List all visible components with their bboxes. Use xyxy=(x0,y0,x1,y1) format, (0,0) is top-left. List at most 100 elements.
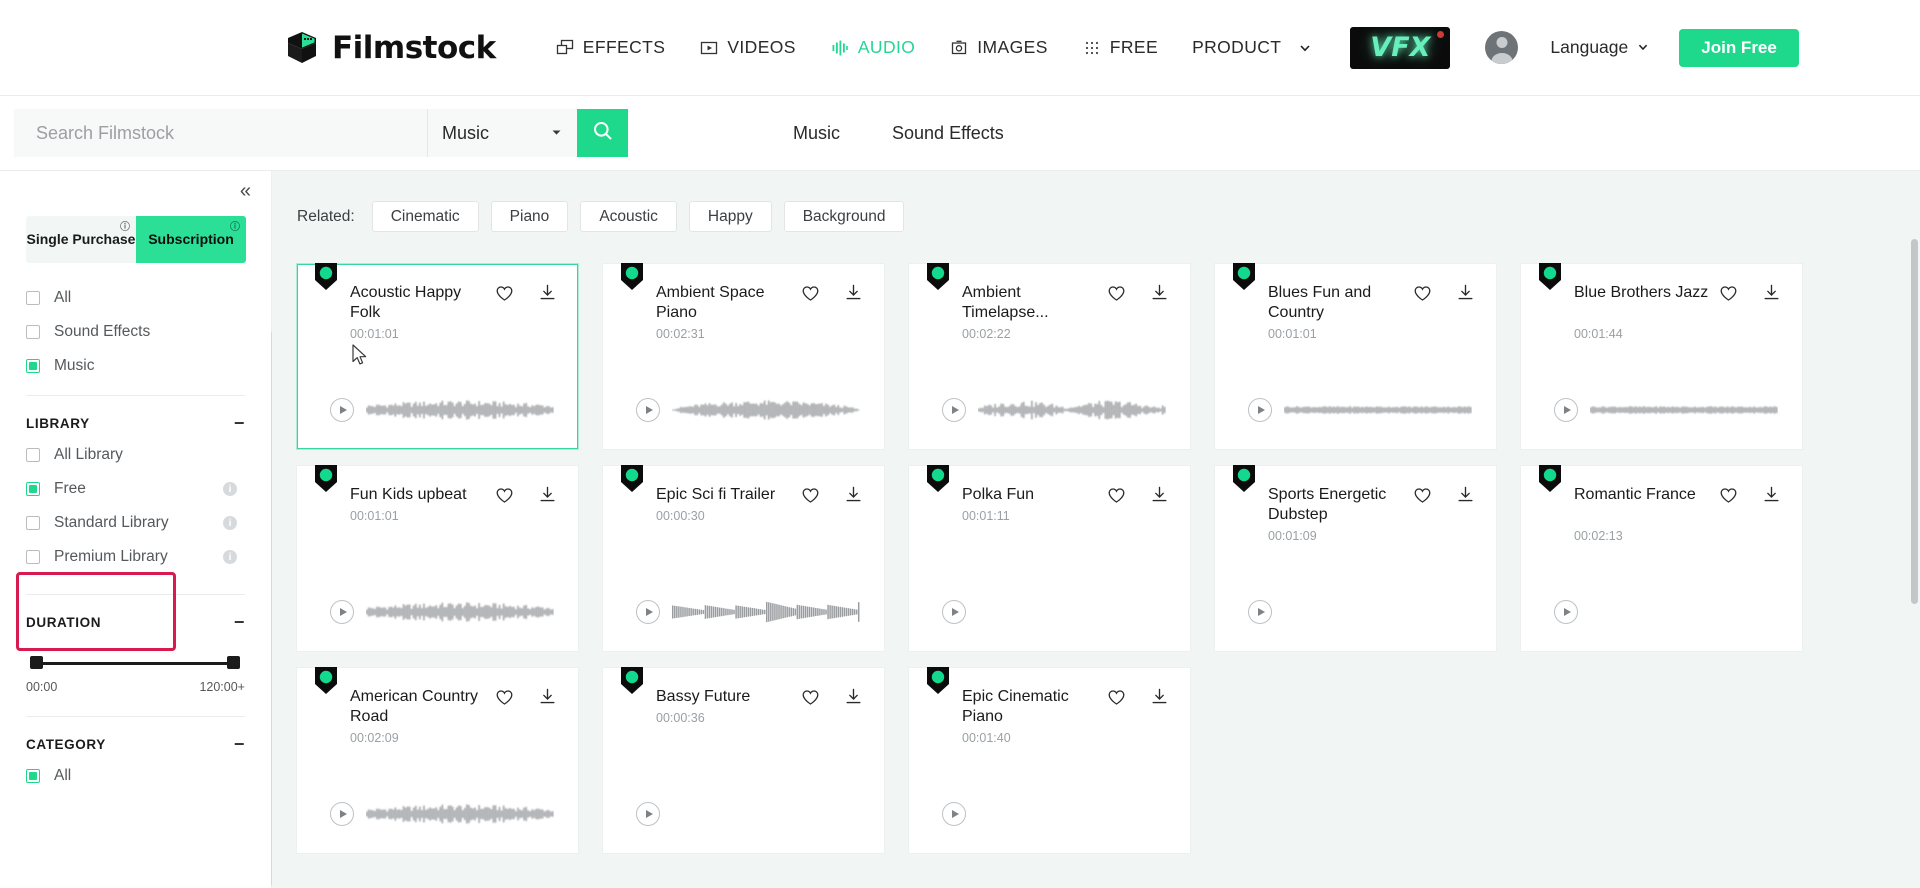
nav-item-videos[interactable]: VIDEOS xyxy=(682,26,813,70)
heart-outline-icon[interactable] xyxy=(1719,486,1738,505)
waveform[interactable] xyxy=(978,598,1166,626)
nav-item-effects[interactable]: EFFECTS xyxy=(538,26,683,70)
waveform[interactable] xyxy=(672,396,860,424)
related-tag-acoustic[interactable]: Acoustic xyxy=(580,201,677,232)
audio-card[interactable]: Acoustic Happy Folk 00:01:01 xyxy=(297,263,578,449)
content-scrollbar[interactable] xyxy=(1911,171,1918,888)
waveform[interactable] xyxy=(1590,598,1778,626)
heart-outline-icon[interactable] xyxy=(1107,284,1126,303)
heart-outline-icon[interactable] xyxy=(801,688,820,707)
filter-all[interactable]: All xyxy=(26,281,245,315)
sidebar-collapse-button[interactable]: « xyxy=(240,181,251,201)
heart-outline-icon[interactable] xyxy=(495,688,514,707)
toggle-single-purchase[interactable]: Single Purchase ⓘ xyxy=(26,216,136,263)
audio-card[interactable]: Ambient Space Piano 00:02:31 xyxy=(603,263,884,449)
play-icon[interactable] xyxy=(1554,600,1578,624)
heart-outline-icon[interactable] xyxy=(1719,284,1738,303)
join-free-button[interactable]: Join Free xyxy=(1679,28,1799,67)
filter-premium-library[interactable]: Premium Library i xyxy=(26,540,245,574)
audio-card[interactable]: Epic Sci fi Trailer 00:00:30 xyxy=(603,465,884,651)
waveform[interactable] xyxy=(978,396,1166,424)
nav-item-product[interactable]: PRODUCT xyxy=(1175,26,1332,70)
search-input[interactable] xyxy=(14,109,427,157)
download-icon[interactable] xyxy=(1762,283,1781,302)
download-icon[interactable] xyxy=(1456,283,1475,302)
download-icon[interactable] xyxy=(538,283,557,302)
play-icon[interactable] xyxy=(1554,398,1578,422)
audio-card[interactable]: American Country Road 00:02:09 xyxy=(297,667,578,853)
info-circle-icon[interactable]: i xyxy=(223,516,237,530)
related-tag-background[interactable]: Background xyxy=(783,201,905,232)
filter-music[interactable]: Music xyxy=(26,349,245,383)
collapse-minus-icon[interactable]: − xyxy=(234,414,245,432)
play-icon[interactable] xyxy=(330,398,354,422)
play-icon[interactable] xyxy=(330,802,354,826)
play-icon[interactable] xyxy=(636,398,660,422)
waveform[interactable] xyxy=(672,800,860,828)
audio-card[interactable]: Ambient Timelapse... 00:02:22 xyxy=(909,263,1190,449)
related-tag-happy[interactable]: Happy xyxy=(688,201,772,232)
checkbox[interactable] xyxy=(26,769,40,783)
download-icon[interactable] xyxy=(1150,687,1169,706)
waveform[interactable] xyxy=(1284,396,1472,424)
heart-outline-icon[interactable] xyxy=(801,486,820,505)
checkbox[interactable] xyxy=(26,482,40,496)
heart-outline-icon[interactable] xyxy=(495,284,514,303)
language-selector[interactable]: Language xyxy=(1550,37,1649,58)
heart-outline-icon[interactable] xyxy=(801,284,820,303)
audio-card[interactable]: Bassy Future 00:00:36 xyxy=(603,667,884,853)
checkbox[interactable] xyxy=(26,325,40,339)
related-tag-cinematic[interactable]: Cinematic xyxy=(371,201,479,232)
checkbox[interactable] xyxy=(26,291,40,305)
play-icon[interactable] xyxy=(942,802,966,826)
audio-card[interactable]: Romantic France 00:02:13 xyxy=(1521,465,1802,651)
heart-outline-icon[interactable] xyxy=(1107,486,1126,505)
play-icon[interactable] xyxy=(1248,398,1272,422)
heart-outline-icon[interactable] xyxy=(1413,284,1432,303)
audio-card[interactable]: Epic Cinematic Piano 00:01:40 xyxy=(909,667,1190,853)
toggle-subscription[interactable]: Subscription ⓘ xyxy=(136,216,246,263)
checkbox[interactable] xyxy=(26,448,40,462)
info-circle-icon[interactable]: ⓘ xyxy=(230,222,240,234)
related-tag-piano[interactable]: Piano xyxy=(490,201,569,232)
download-icon[interactable] xyxy=(1150,485,1169,504)
search-category-select[interactable]: Music xyxy=(427,109,577,157)
scrollbar-thumb[interactable] xyxy=(1911,239,1918,604)
duration-range-slider[interactable] xyxy=(26,653,245,675)
audio-card[interactable]: Fun Kids upbeat 00:01:01 xyxy=(297,465,578,651)
play-icon[interactable] xyxy=(330,600,354,624)
nav-item-free[interactable]: FREE xyxy=(1065,26,1175,70)
play-icon[interactable] xyxy=(636,600,660,624)
waveform[interactable] xyxy=(366,396,554,424)
waveform[interactable] xyxy=(1284,598,1472,626)
filter-standard-library[interactable]: Standard Library i xyxy=(26,506,245,540)
vfx-badge[interactable]: VFX xyxy=(1350,26,1451,69)
slider-handle-max[interactable] xyxy=(227,656,240,669)
audio-card[interactable]: Blues Fun and Country 00:01:01 xyxy=(1215,263,1496,449)
heart-outline-icon[interactable] xyxy=(1107,688,1126,707)
download-icon[interactable] xyxy=(1762,485,1781,504)
play-icon[interactable] xyxy=(636,802,660,826)
filter-all-library[interactable]: All Library xyxy=(26,438,245,472)
heart-outline-icon[interactable] xyxy=(1413,486,1432,505)
waveform[interactable] xyxy=(978,800,1166,828)
audio-card[interactable]: Polka Fun 00:01:11 xyxy=(909,465,1190,651)
checkbox[interactable] xyxy=(26,550,40,564)
play-icon[interactable] xyxy=(1248,600,1272,624)
tab-music[interactable]: Music xyxy=(767,123,866,144)
avatar[interactable] xyxy=(1485,31,1519,64)
checkbox[interactable] xyxy=(26,359,40,373)
waveform[interactable] xyxy=(672,598,860,626)
collapse-minus-icon[interactable]: − xyxy=(234,613,245,631)
brand-logo[interactable]: Filmstock xyxy=(283,29,496,67)
slider-handle-min[interactable] xyxy=(30,656,43,669)
filter-free[interactable]: Free i xyxy=(26,472,245,506)
waveform[interactable] xyxy=(366,598,554,626)
tab-sound-effects[interactable]: Sound Effects xyxy=(866,123,1030,144)
waveform[interactable] xyxy=(1590,396,1778,424)
play-icon[interactable] xyxy=(942,600,966,624)
download-icon[interactable] xyxy=(1150,283,1169,302)
collapse-minus-icon[interactable]: − xyxy=(234,735,245,753)
download-icon[interactable] xyxy=(1456,485,1475,504)
play-icon[interactable] xyxy=(942,398,966,422)
